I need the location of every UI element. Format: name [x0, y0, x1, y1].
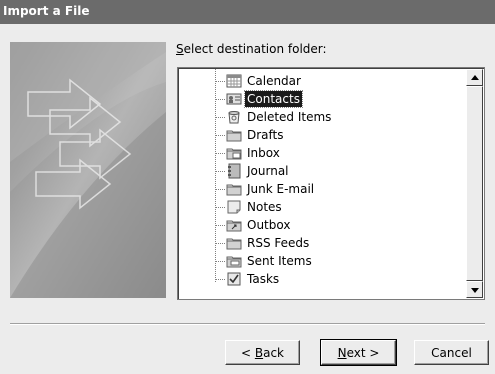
contacts-icon: [226, 91, 242, 107]
tree-connector: [215, 225, 225, 226]
folder-item-outbox[interactable]: Outbox: [215, 216, 455, 234]
deleted-items-icon: [226, 109, 242, 125]
tree-connector: [215, 243, 225, 244]
arrow-up-icon: [471, 75, 479, 80]
folder-item-sent-items[interactable]: Sent Items: [215, 252, 455, 270]
title-bar[interactable]: Import a File: [0, 0, 495, 24]
footer-separator: [10, 323, 485, 325]
folder-item-label: Journal: [247, 164, 289, 178]
import-file-dialog: Import a File Select destination folder:…: [0, 0, 495, 374]
destination-folder-label: Select destination folder:: [176, 42, 327, 56]
tree-connector: [215, 135, 225, 136]
folder-item-label: Sent Items: [247, 254, 312, 268]
folder-item-label: Outbox: [247, 218, 291, 232]
scroll-down-button[interactable]: [466, 281, 483, 298]
next-button[interactable]: Next >: [320, 339, 397, 366]
vertical-scrollbar[interactable]: [466, 69, 483, 298]
window-title: Import a File: [3, 4, 90, 18]
back-button[interactable]: < Back: [225, 340, 300, 365]
folder-tree-viewport: Calendar Contacts Deleted Items Drafts Inbox…: [179, 69, 465, 298]
folder-item-contacts[interactable]: Contacts: [215, 90, 455, 108]
wizard-illustration: [10, 42, 166, 298]
folder-item-label: Junk E-mail: [247, 182, 315, 196]
folder-item-junk-e-mail[interactable]: Junk E-mail: [215, 180, 455, 198]
folder-item-label: Drafts: [247, 128, 284, 142]
tree-connector: [215, 153, 225, 154]
calendar-icon: [226, 73, 242, 89]
tree-connector: [215, 207, 225, 208]
folder-item-drafts[interactable]: Drafts: [215, 126, 455, 144]
outbox-icon: [226, 217, 242, 233]
folder-icon: [226, 181, 242, 197]
sent-items-icon: [226, 253, 242, 269]
folder-tree[interactable]: Calendar Contacts Deleted Items Drafts Inbox…: [177, 67, 485, 300]
folder-item-inbox[interactable]: Inbox: [215, 144, 455, 162]
tree-connector: [215, 117, 225, 118]
tree-connector: [215, 171, 225, 172]
cancel-button[interactable]: Cancel: [414, 340, 489, 365]
scroll-thumb[interactable]: [466, 86, 483, 281]
tree-connector: [215, 81, 225, 82]
folder-icon: [226, 127, 242, 143]
notes-icon: [226, 199, 242, 215]
tree-connector: [215, 279, 225, 280]
tree-connector: [215, 189, 225, 190]
folder-item-label: Tasks: [247, 272, 280, 286]
folder-item-label: Calendar: [247, 74, 301, 88]
folder-item-label: RSS Feeds: [247, 236, 310, 250]
folder-item-calendar[interactable]: Calendar: [215, 72, 455, 90]
folder-item-notes[interactable]: Notes: [215, 198, 455, 216]
tree-connector: [215, 99, 225, 100]
arrow-down-icon: [471, 288, 479, 293]
journal-icon: [226, 163, 242, 179]
folder-item-label: Notes: [247, 200, 282, 214]
folder-item-label: Deleted Items: [247, 110, 332, 124]
scroll-up-button[interactable]: [466, 69, 483, 86]
tree-connector: [215, 261, 225, 262]
tasks-icon: [226, 271, 242, 287]
folder-item-rss-feeds[interactable]: RSS Feeds: [215, 234, 455, 252]
inbox-icon: [226, 145, 242, 161]
folder-item-label: Contacts: [244, 90, 303, 108]
folder-icon: [226, 235, 242, 251]
folder-item-deleted-items[interactable]: Deleted Items: [215, 108, 455, 126]
folder-item-journal[interactable]: Journal: [215, 162, 455, 180]
folder-item-tasks[interactable]: Tasks: [215, 270, 455, 288]
folder-item-label: Inbox: [247, 146, 280, 160]
